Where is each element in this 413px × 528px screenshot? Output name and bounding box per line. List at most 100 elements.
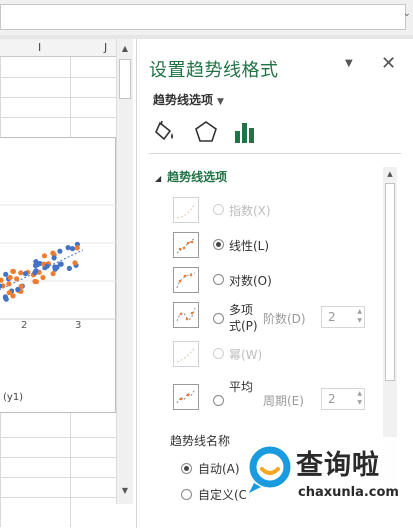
grid-line [0,77,116,78]
scroll-up-icon[interactable]: ▲ [383,167,397,181]
data-point[interactable] [3,296,9,302]
chevron-down-icon: ▼ [217,97,224,107]
data-point[interactable] [65,245,71,251]
data-point[interactable] [22,271,29,277]
linear-trend-icon [173,232,199,258]
watermark-url: chaxunla.com [298,485,399,500]
data-point[interactable] [50,271,56,277]
stepper-up-icon[interactable]: ▲ [357,390,362,397]
grid-line [0,97,116,98]
order-stepper[interactable]: 2 ▲ ▼ [321,306,365,328]
formula-bar: ⌄ [0,0,413,35]
order-value: 2 [328,310,336,324]
power-trend-icon [173,341,199,367]
data-point[interactable] [69,246,76,252]
data-point[interactable] [3,271,9,277]
scroll-thumb[interactable] [385,183,395,381]
pentagon-icon[interactable] [193,119,223,145]
logarithmic-trend-icon [173,267,199,293]
data-point[interactable] [33,268,39,274]
period-label: 周期(E) [263,394,304,408]
data-point[interactable] [33,279,40,285]
stepper-down-icon[interactable]: ▼ [357,317,362,324]
data-point[interactable] [74,245,80,251]
logarithmic-label: 对数(O) [229,274,272,288]
section-title: 趋势线选项 [167,170,228,184]
column-header-j[interactable]: J [104,41,107,54]
polynomial-label-line1: 多项 [229,303,254,317]
stepper-up-icon[interactable]: ▲ [357,308,362,315]
data-point[interactable] [44,263,50,269]
power-label: 幂(W) [229,348,263,362]
exponential-trend-icon [173,197,199,223]
divider [149,153,401,154]
chart-legend[interactable]: (y1) [3,392,23,403]
collapse-triangle-icon: ◢ [155,174,162,183]
data-point[interactable] [18,270,24,276]
logarithmic-radio[interactable] [213,274,224,285]
magnifier-logo-icon [249,446,291,493]
scroll-down-icon[interactable]: ▼ [117,483,133,499]
pane-title: 设置趋势线格式 [149,60,279,81]
trendline-options-label: 趋势线选项 [153,93,214,107]
data-point[interactable] [41,253,48,259]
grid-line [0,437,116,438]
data-point[interactable] [72,260,78,266]
data-point[interactable] [10,268,16,274]
grid-line [0,117,116,118]
data-point[interactable] [51,255,57,261]
moving-average-trend-icon [173,384,199,410]
watermark-brand: 查询啦 [296,450,380,481]
data-point[interactable] [54,264,60,270]
period-value: 2 [328,392,336,406]
trendline-options-dropdown[interactable]: 趋势线选项 ▼ [153,91,224,108]
stepper-down-icon[interactable]: ▼ [357,399,362,406]
formula-expand-icon[interactable]: ⌄ [403,8,411,19]
moving-average-radio[interactable] [213,395,224,406]
auto-name-label[interactable]: 自动(A) [198,460,240,477]
column-header-row: I J [0,39,116,57]
exponential-label: 指数(X) [229,204,271,218]
section-trendline-options[interactable]: ◢ 趋势线选项 [155,168,227,185]
data-point[interactable] [66,265,72,271]
watermark-logo: 查询啦 chaxunla.com [246,437,409,507]
order-label: 阶数(D) [263,312,306,326]
data-point[interactable] [14,276,20,282]
data-point[interactable] [6,290,12,296]
auto-name-radio[interactable] [181,463,192,474]
period-stepper[interactable]: 2 ▲ ▼ [321,388,365,410]
trendline-name-header: 趋势线名称 [170,434,231,448]
column-header-i[interactable]: I [38,41,41,54]
data-point[interactable] [0,277,4,283]
close-icon[interactable]: ✕ [381,53,396,74]
scroll-up-icon[interactable]: ▲ [117,41,133,57]
polynomial-radio[interactable] [213,313,224,324]
power-radio[interactable] [213,348,224,359]
grid-line [0,497,116,498]
linear-label: 线性(L) [229,239,270,253]
data-point[interactable] [6,281,12,287]
custom-name-radio[interactable] [181,489,192,500]
fill-bucket-icon[interactable] [153,119,183,145]
polynomial-trend-icon [173,302,199,328]
sheet-vertical-scrollbar[interactable]: ▲ ▼ [116,39,133,504]
scatter-chart[interactable]: 2 3 (y1) [0,137,117,413]
chart-plot [0,204,117,320]
data-point[interactable] [40,274,46,281]
data-point[interactable] [15,286,21,293]
polynomial-label-line2: 式(P) [229,319,258,333]
data-point[interactable] [57,248,63,254]
grid-line [0,477,116,478]
linear-radio[interactable] [213,239,224,250]
x-tick-label: 3 [75,320,82,331]
scroll-thumb[interactable] [119,59,131,99]
formula-input[interactable] [0,4,406,30]
bar-chart-icon[interactable] [231,119,261,145]
series-points[interactable] [0,241,80,302]
custom-name-label[interactable]: 自定义(C) [198,486,252,503]
data-point[interactable] [33,259,39,265]
exponential-radio[interactable] [213,204,224,215]
moving-average-label-line1: 平均 [229,380,254,394]
data-point[interactable] [7,274,13,281]
pane-options-icon[interactable]: ▼ [345,58,353,69]
